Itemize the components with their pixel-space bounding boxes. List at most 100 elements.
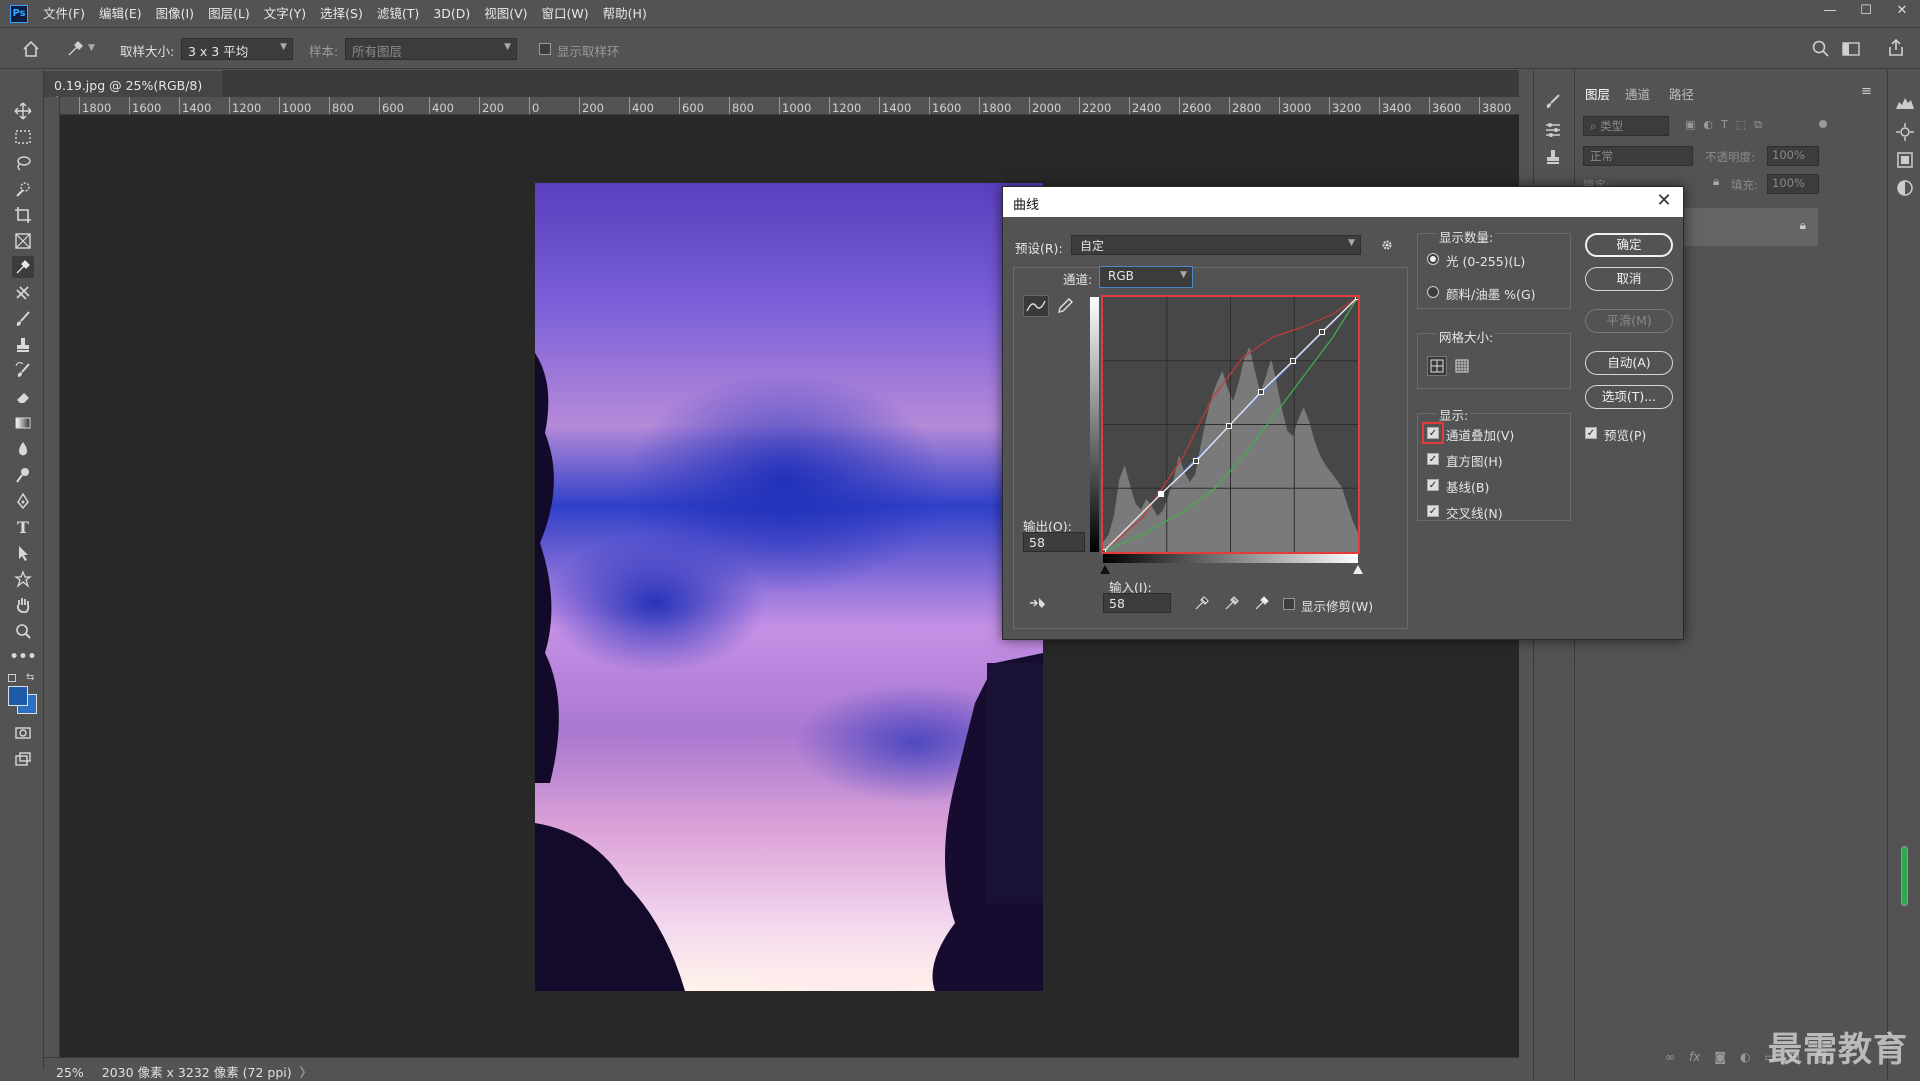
pixel-layer-filter-icon[interactable]: ▣ (1685, 118, 1695, 134)
zoom-tool-icon[interactable] (12, 620, 34, 642)
move-tool-icon[interactable] (12, 100, 34, 122)
menu-select[interactable]: 选择(S) (313, 0, 370, 28)
adjustment-layer-filter-icon[interactable]: ◐ (1703, 118, 1713, 134)
smart-object-filter-icon[interactable]: ⧉ (1754, 118, 1762, 134)
search-icon[interactable] (1810, 38, 1832, 60)
panel-menu-icon[interactable]: ≡ (1861, 84, 1872, 99)
link-layers-icon[interactable]: ∞ (1665, 1050, 1675, 1064)
white-eyedropper-icon[interactable] (1253, 594, 1271, 615)
curve-points-tool-icon[interactable] (1023, 295, 1049, 317)
adjustments-icon[interactable] (1543, 120, 1563, 143)
close-window-button[interactable]: ✕ (1884, 0, 1920, 22)
histogram-checkbox[interactable]: ✓ (1427, 453, 1439, 465)
preset-select[interactable]: 自定 ▼ (1071, 235, 1361, 255)
type-tool-icon[interactable]: T (12, 516, 34, 538)
share-icon[interactable] (1885, 37, 1907, 59)
eyedropper-tool-icon[interactable] (12, 256, 34, 278)
show-ring-checkbox[interactable] (539, 43, 551, 55)
workspace-icon[interactable] (1840, 38, 1862, 60)
brush-tool-icon[interactable] (12, 308, 34, 330)
pen-tool-icon[interactable] (12, 490, 34, 512)
histogram-icon[interactable] (1895, 94, 1915, 113)
chevron-down-icon[interactable]: ▼ (88, 43, 95, 53)
maximize-button[interactable]: ☐ (1848, 0, 1884, 22)
menu-edit[interactable]: 编辑(E) (92, 0, 149, 28)
pencil-draw-icon[interactable] (1055, 296, 1075, 319)
shape-tool-icon[interactable] (12, 568, 34, 590)
preview-checkbox[interactable]: ✓ (1585, 427, 1597, 439)
new-adjustment-icon[interactable]: ◐ (1740, 1050, 1750, 1064)
tab-paths[interactable]: 路径 (1669, 84, 1694, 103)
fill-input[interactable]: 100% (1767, 174, 1819, 194)
white-point-slider[interactable] (1353, 565, 1363, 574)
on-image-adjust-icon[interactable] (1027, 595, 1049, 614)
tab-channels[interactable]: 通道 (1625, 84, 1650, 103)
document-tab[interactable]: 0.19.jpg @ 25%(RGB/8) * × (44, 70, 222, 108)
dialog-title-bar[interactable]: 曲线 (1003, 187, 1683, 217)
eyedropper-tool-icon[interactable] (64, 38, 86, 60)
menu-3d[interactable]: 3D(D) (426, 0, 477, 28)
swap-colors-icon[interactable]: ⇆ (26, 672, 34, 683)
document-info[interactable]: 2030 像素 x 3232 像素 (72 ppi) (102, 1065, 292, 1080)
gray-eyedropper-icon[interactable] (1223, 594, 1241, 615)
dodge-tool-icon[interactable] (12, 464, 34, 486)
auto-button[interactable]: 自动(A) (1585, 351, 1673, 375)
minimize-button[interactable]: — (1812, 0, 1848, 22)
sample-select[interactable]: 所有图层 ▼ (345, 38, 517, 60)
crop-tool-icon[interactable] (12, 204, 34, 226)
pigment-radio[interactable] (1427, 286, 1439, 298)
menu-image[interactable]: 图像(I) (149, 0, 201, 28)
lock-all-icon[interactable]: 🔒︎ (1713, 174, 1719, 189)
chevron-right-icon[interactable]: 〉 (300, 1065, 313, 1080)
healing-brush-tool-icon[interactable] (12, 282, 34, 304)
foreground-color-swatch[interactable] (8, 686, 28, 706)
layer-style-icon[interactable]: fx (1689, 1050, 1700, 1064)
output-input[interactable]: 58 (1023, 532, 1085, 552)
sample-size-select[interactable]: 3 x 3 平均 ▼ (181, 38, 293, 60)
black-point-slider[interactable] (1100, 565, 1110, 574)
tab-layers[interactable]: 图层 (1585, 84, 1610, 103)
zoom-level[interactable]: 25% (56, 1065, 84, 1080)
smooth-button[interactable]: 平滑(M) (1585, 309, 1673, 333)
brush-settings-icon[interactable] (1543, 92, 1563, 115)
baseline-checkbox[interactable]: ✓ (1427, 479, 1439, 491)
lasso-tool-icon[interactable] (12, 152, 34, 174)
show-clipping-checkbox[interactable] (1283, 598, 1295, 610)
grid-simple-icon[interactable] (1427, 356, 1447, 376)
clone-stamp-tool-icon[interactable] (12, 334, 34, 356)
menu-layer[interactable]: 图层(L) (201, 0, 257, 28)
shape-layer-filter-icon[interactable]: ⬚ (1736, 118, 1746, 134)
adjust-circle-icon[interactable] (1895, 178, 1915, 201)
cancel-button[interactable]: 取消 (1585, 267, 1673, 291)
gradient-tool-icon[interactable] (12, 412, 34, 434)
opacity-input[interactable]: 100% (1767, 146, 1819, 166)
intersection-checkbox[interactable]: ✓ (1427, 505, 1439, 517)
clone-source-icon[interactable] (1543, 148, 1563, 171)
layer-filter-select[interactable]: ⌕ 类型 (1583, 116, 1669, 136)
marquee-tool-icon[interactable] (12, 126, 34, 148)
screen-mode-icon[interactable] (12, 748, 34, 770)
input-input[interactable]: 58 (1103, 593, 1171, 613)
home-icon[interactable] (20, 38, 42, 60)
quick-select-tool-icon[interactable] (12, 178, 34, 200)
hand-tool-icon[interactable] (12, 594, 34, 616)
grid-detailed-icon[interactable] (1453, 357, 1471, 378)
menu-type[interactable]: 文字(Y) (257, 0, 313, 28)
black-eyedropper-icon[interactable] (1193, 594, 1211, 615)
ok-button[interactable]: 确定 (1585, 233, 1673, 257)
quick-mask-icon[interactable] (12, 722, 34, 744)
eraser-tool-icon[interactable] (12, 386, 34, 408)
light-radio[interactable] (1427, 253, 1439, 265)
blur-tool-icon[interactable] (12, 438, 34, 460)
path-select-tool-icon[interactable] (12, 542, 34, 564)
filter-toggle-icon[interactable] (1819, 120, 1827, 128)
navigator-icon[interactable] (1895, 122, 1915, 145)
libraries-icon[interactable] (1895, 150, 1915, 173)
add-mask-icon[interactable]: ◙ (1714, 1050, 1726, 1064)
frame-tool-icon[interactable] (12, 230, 34, 252)
menu-help[interactable]: 帮助(H) (596, 0, 654, 28)
menu-filter[interactable]: 滤镜(T) (370, 0, 426, 28)
menu-file[interactable]: 文件(F) (36, 0, 92, 28)
default-colors-icon[interactable] (8, 674, 16, 682)
blend-mode-select[interactable]: 正常 (1583, 146, 1693, 166)
